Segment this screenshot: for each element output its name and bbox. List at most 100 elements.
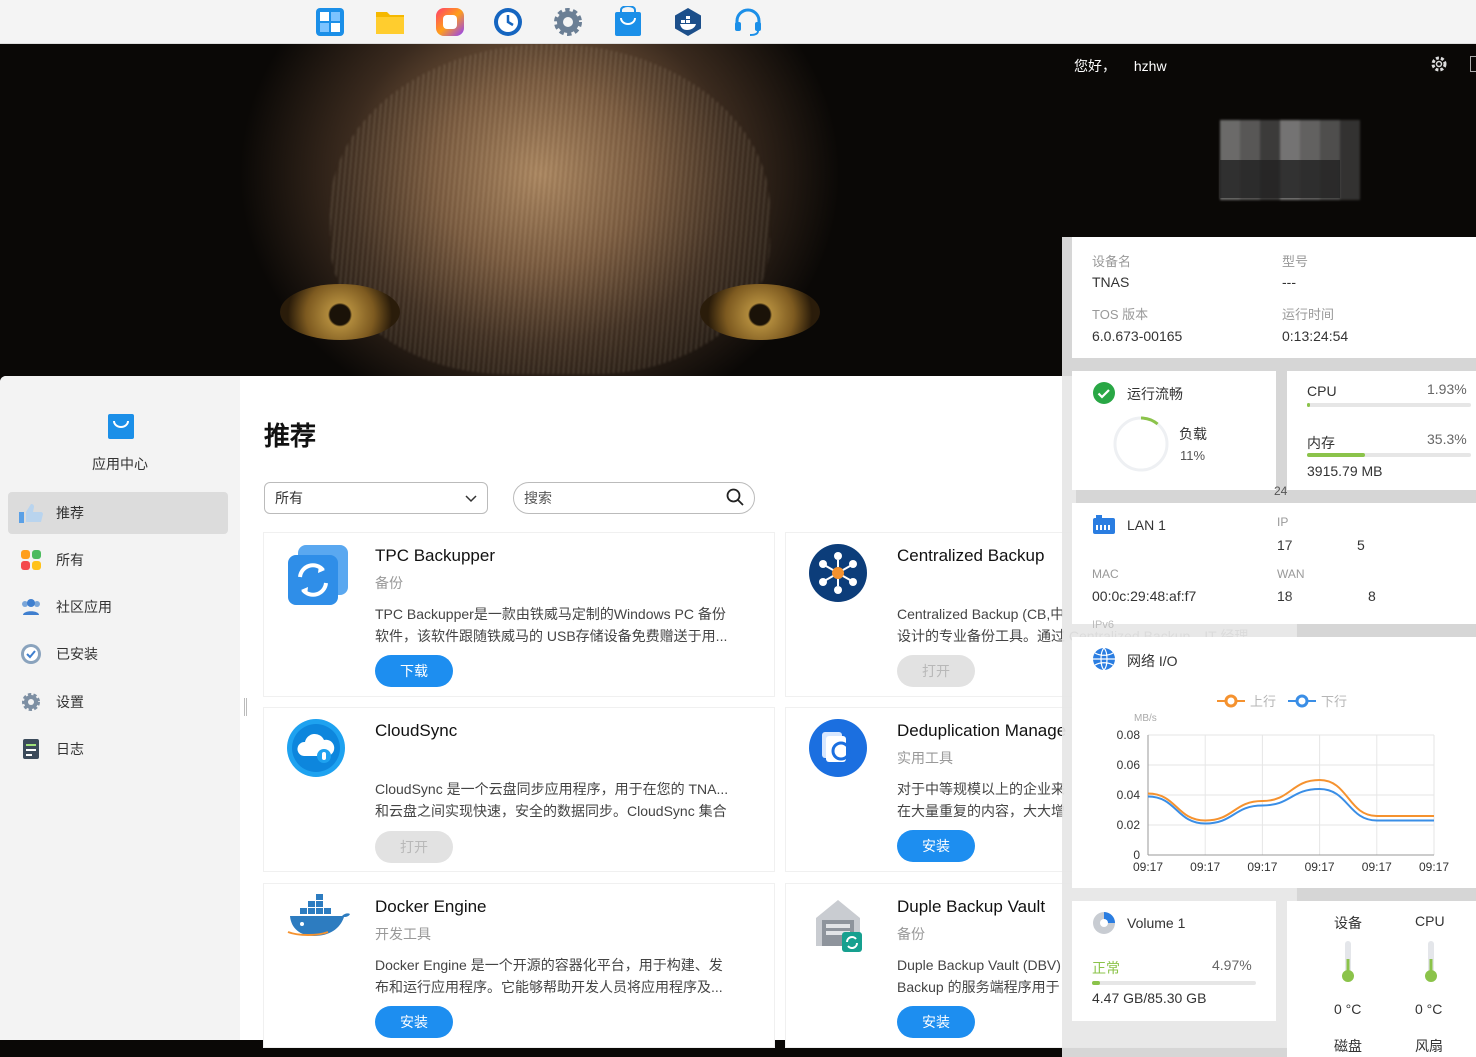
sidebar-item-label: 所有 <box>56 552 84 568</box>
sidebar-item-logs[interactable]: 日志 <box>8 728 228 770</box>
stray-number: 24 <box>1274 484 1288 498</box>
network-widget: LAN 1 IP 17 5 MAC 00:0c:29:48:af:f7 WAN … <box>1072 503 1476 624</box>
app-name[interactable]: Docker Engine <box>375 897 487 917</box>
username[interactable]: hzhw <box>1134 58 1167 74</box>
sidebar-item-label: 日志 <box>56 741 84 757</box>
duple-backup-vault-icon[interactable] <box>808 894 872 958</box>
app-name[interactable]: TPC Backupper <box>375 546 495 566</box>
app-name[interactable]: Deduplication Manage <box>897 721 1066 741</box>
search-icon[interactable] <box>726 488 744 509</box>
legend-down-marker <box>1295 694 1309 708</box>
temp-cpu-label: CPU <box>1415 913 1445 929</box>
app-description: Docker Engine 是一个开源的容器化平台，用于构建、发 布和运行应用程序… <box>375 954 751 998</box>
sidebar-item-community[interactable]: 社区应用 <box>8 586 228 628</box>
ip-end: 5 <box>1357 537 1365 553</box>
sidebar-item-settings[interactable]: 设置 <box>8 681 228 723</box>
uptime-value: 0:13:24:54 <box>1282 328 1349 344</box>
sidebar-item-label: 推荐 <box>56 505 84 521</box>
tos-version-value: 6.0.673-00165 <box>1092 328 1183 344</box>
volume-usage-bar <box>1092 981 1256 985</box>
folder-icon[interactable] <box>373 5 407 39</box>
temp-cpu-value: 0 °C <box>1415 1001 1443 1017</box>
y-tick-label: 0.06 <box>1117 758 1141 772</box>
app-name[interactable]: Centralized Backup <box>897 546 1044 566</box>
app-action-button[interactable]: 安装 <box>375 1006 453 1038</box>
load-label: 负载 <box>1179 426 1207 442</box>
app-action-button[interactable]: 安装 <box>897 830 975 862</box>
temp-disk-label: 磁盘 <box>1334 1038 1362 1054</box>
legend-up-label: 上行 <box>1250 694 1276 709</box>
docker-whale-icon[interactable] <box>286 894 350 958</box>
app-action-button[interactable]: 下载 <box>375 655 453 687</box>
app-card[interactable]: TPC Backupper 备份 TPC Backupper是一款由铁威马定制的Wi… <box>264 533 774 696</box>
uptime-label: 运行时间 <box>1282 307 1335 322</box>
user-greeting: 您好， hzhw <box>1074 56 1181 76</box>
wallpaper-right-eye <box>700 284 820 340</box>
model-label: 型号 <box>1282 254 1309 269</box>
category-filter-select[interactable]: 所有 <box>264 482 488 514</box>
panel-toggle-icon[interactable] <box>1470 56 1476 72</box>
cpu-label: CPU <box>1307 383 1337 399</box>
volume-status: 正常 <box>1092 960 1120 976</box>
sidebar-resize-handle[interactable] <box>244 698 247 716</box>
wallpaper-left-eye <box>280 284 400 340</box>
cloudsync-icon[interactable] <box>286 718 350 782</box>
dashboard-icon[interactable] <box>313 5 347 39</box>
app-description-line: 软件，该软件跟随铁威马的 USB存储设备免费赠送于用... <box>375 628 728 644</box>
tpc-backupper-icon[interactable] <box>286 543 350 607</box>
sidebar-item-label: 已安装 <box>56 646 98 662</box>
app-name[interactable]: CloudSync <box>375 721 457 741</box>
deduplication-icon[interactable] <box>808 718 872 782</box>
app-center-sidebar: 应用中心 推荐 所有 社区应用 已安装 设置 日志 <box>0 376 240 1040</box>
volume-capacity: 4.47 GB/85.30 GB <box>1092 990 1207 1006</box>
photos-icon[interactable] <box>433 5 467 39</box>
wan-redaction <box>1294 581 1366 609</box>
health-status: 运行流畅 <box>1127 386 1183 402</box>
check-circle-icon <box>1092 381 1116 410</box>
sidebar-item-installed[interactable]: 已安装 <box>8 633 228 675</box>
centralized-backup-icon[interactable] <box>808 543 872 607</box>
wan-end: 8 <box>1368 588 1376 604</box>
wan-start: 18 <box>1277 588 1293 604</box>
app-card[interactable]: CloudSync CloudSync 是一个云盘同步应用程序，用于在您的 TNA… <box>264 708 774 871</box>
settings-gear-icon[interactable] <box>551 5 585 39</box>
app-action-button[interactable]: 安装 <box>897 1006 975 1038</box>
sidebar-item-recommended[interactable]: 推荐 <box>8 492 228 534</box>
support-headset-icon[interactable] <box>731 5 765 39</box>
device-name-value: TNAS <box>1092 274 1130 290</box>
sidebar-item-label: 设置 <box>56 694 84 710</box>
network-io-widget: 网络 I/O 上行 下行 MB/s 0.08 0.06 0.04 0.02 0 09:17 09:… <box>1072 637 1476 888</box>
model-value: --- <box>1282 274 1296 290</box>
docker-icon[interactable] <box>671 5 705 39</box>
app-name[interactable]: Duple Backup Vault <box>897 897 1045 917</box>
cpu-usage-bar <box>1307 403 1471 407</box>
app-description-line: 和云盘之间实现快速，安全的数据同步。CloudSync 集合 <box>375 803 727 819</box>
app-center-bag-icon[interactable] <box>611 5 645 39</box>
installed-clock-icon <box>18 643 44 665</box>
app-action-button[interactable]: 打开 <box>375 831 453 863</box>
sidebar-item-all[interactable]: 所有 <box>8 539 228 581</box>
backup-clock-icon[interactable] <box>491 5 525 39</box>
legend-down-label: 下行 <box>1321 694 1347 709</box>
widgets-panel: 设备名 TNAS 型号 --- TOS 版本 6.0.673-00165 运行时… <box>1062 237 1476 1057</box>
search-input[interactable]: 搜索 <box>513 482 755 514</box>
community-users-icon <box>18 596 44 618</box>
x-tick-label: 09:17 <box>1247 860 1277 874</box>
app-card[interactable]: Docker Engine 开发工具 Docker Engine 是一个开源的容器化… <box>264 884 774 1047</box>
temperature-widget: 设备 CPU 0 °C 0 °C 磁盘 风扇 <box>1287 901 1476 1057</box>
health-widget: 运行流畅 负载 11% <box>1072 371 1276 490</box>
device-name-label: 设备名 <box>1092 254 1132 269</box>
ip-redaction <box>1294 533 1354 557</box>
volume-pie-icon <box>1092 911 1116 940</box>
chevron-down-icon <box>465 490 477 506</box>
app-description: CloudSync 是一个云盘同步应用程序，用于在您的 TNA... 和云盘之间实… <box>375 778 751 822</box>
resources-widget: CPU 1.93% 内存 35.3% 3915.79 MB <box>1287 371 1476 490</box>
app-action-button[interactable]: 打开 <box>897 655 975 687</box>
x-tick-label: 09:17 <box>1362 860 1392 874</box>
ipv6-label: IPv6 <box>1092 619 1115 631</box>
desktop-settings-gear-icon[interactable] <box>1430 55 1448 73</box>
mac-value: 00:0c:29:48:af:f7 <box>1092 588 1197 604</box>
x-tick-label: 09:17 <box>1190 860 1220 874</box>
page-title: 推荐 <box>264 421 317 451</box>
app-description-line: CloudSync 是一个云盘同步应用程序，用于在您的 TNA... <box>375 781 729 797</box>
